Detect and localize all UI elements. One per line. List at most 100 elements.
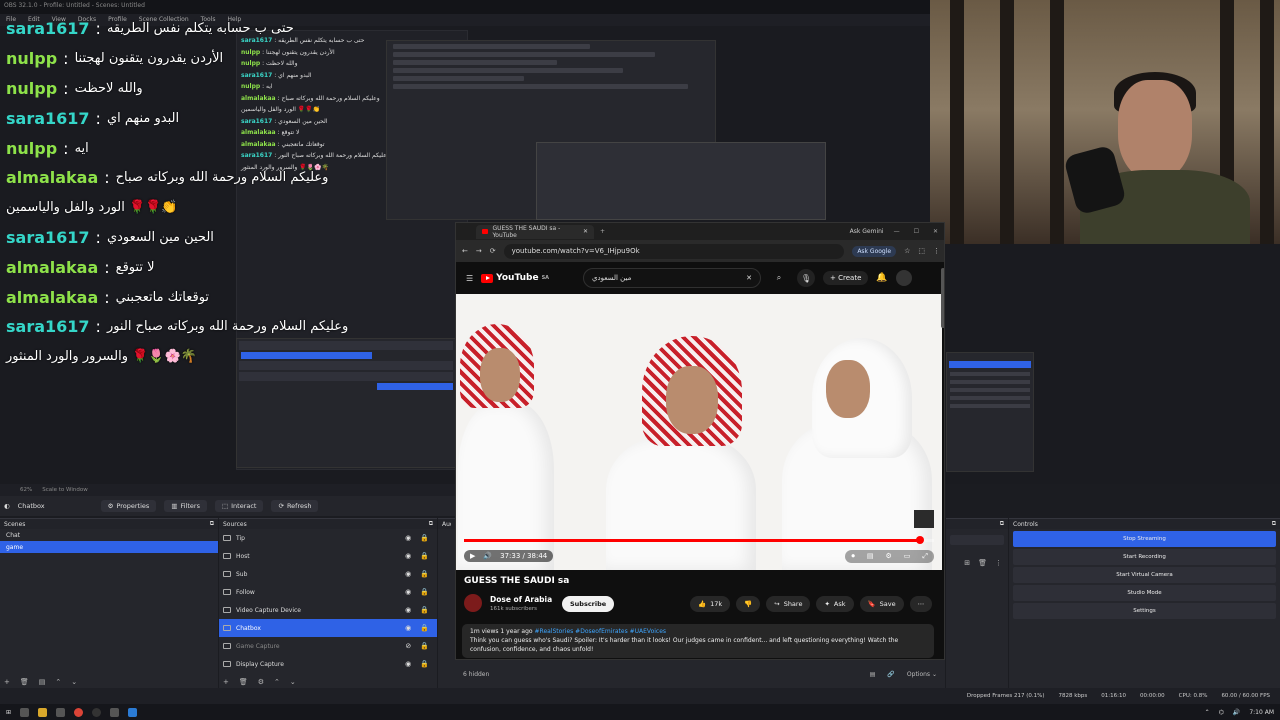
audio-link-icon[interactable]: 🔗	[887, 671, 894, 678]
menu-dots-icon[interactable]: ⋮	[933, 247, 940, 255]
visibility-eye-icon[interactable]: ◉	[405, 552, 411, 560]
hamburger-menu-icon[interactable]: ☰	[466, 274, 473, 283]
lock-icon[interactable]: 🔒	[420, 624, 429, 632]
control-start-recording-button[interactable]: Start Recording	[1013, 549, 1276, 565]
miniplayer-icon[interactable]: ▭	[904, 552, 911, 561]
settings-gear-icon[interactable]: ⚙	[885, 552, 891, 561]
obs-taskbar-icon[interactable]	[92, 707, 102, 717]
app-taskbar-icon[interactable]	[110, 707, 120, 717]
visibility-eye-icon[interactable]: ◉	[405, 606, 411, 614]
subscribe-button[interactable]: Subscribe	[562, 596, 615, 612]
extensions-icon[interactable]: ⬚	[918, 247, 925, 255]
source-item[interactable]: Host ◉ 🔒	[219, 547, 437, 565]
start-icon[interactable]: ⊞	[6, 709, 11, 716]
move-down-icon[interactable]: ⌄	[290, 678, 296, 686]
lock-icon[interactable]: 🔒	[420, 570, 429, 578]
play-icon[interactable]: ▶	[470, 552, 475, 560]
minimize-icon[interactable]: —	[894, 228, 900, 235]
scene-item[interactable]: Chat	[0, 529, 218, 541]
youtube-logo[interactable]: YouTube SA	[481, 273, 549, 283]
lock-icon[interactable]: 🔒	[420, 642, 429, 650]
like-button[interactable]: 👍 17k	[690, 596, 731, 612]
video-scrubber-handle[interactable]	[915, 536, 924, 544]
channel-avatar[interactable]	[464, 594, 482, 612]
vscode-taskbar-icon[interactable]	[128, 707, 138, 717]
video-player[interactable]: ▶ 🔊 37:33 / 38:44 ⏺ ▤ ⚙ ▭ ⤢	[456, 294, 942, 570]
lock-icon[interactable]: 🔒	[420, 534, 429, 542]
url-field[interactable]: youtube.com/watch?v=V6_IHjpu9Ok	[503, 243, 845, 259]
search-icon[interactable]: ⌕	[769, 268, 789, 288]
clear-search-icon[interactable]: ✕	[746, 274, 752, 282]
dock-undock-icon[interactable]: ⧉	[1000, 520, 1004, 528]
back-icon[interactable]: ←	[462, 247, 468, 255]
source-settings-icon[interactable]: ⚙	[258, 678, 264, 686]
chrome-taskbar-icon[interactable]	[74, 707, 84, 717]
scale-mode[interactable]: Scale to Window	[42, 487, 88, 493]
move-up-icon[interactable]: ⌃	[55, 678, 61, 686]
add-source-icon[interactable]: +	[223, 678, 229, 686]
audio-options-button[interactable]: Options ⌄	[907, 671, 937, 678]
source-item[interactable]: Follow ◉ 🔒	[219, 583, 437, 601]
clock[interactable]: 7:10 AM	[1249, 709, 1274, 716]
tab-close-icon[interactable]: ✕	[583, 228, 588, 235]
page-scrollbar[interactable]	[941, 268, 944, 328]
visibility-eye-icon[interactable]: ⊘	[405, 642, 411, 650]
properties-button[interactable]: ⚙ Properties	[100, 500, 157, 512]
lock-icon[interactable]: 🔒	[420, 606, 429, 614]
description-hashtags[interactable]: #RealStories #DoseofEmirates #UAEVoices	[535, 628, 667, 635]
autoplay-icon[interactable]: ⏺	[851, 552, 855, 561]
control-studio-mode-button[interactable]: Studio Mode	[1013, 585, 1276, 601]
channel-name[interactable]: Dose of Arabia	[490, 595, 552, 604]
audio-layout-icon[interactable]: ▤	[870, 671, 876, 678]
create-button[interactable]: + Create	[823, 271, 869, 285]
transition-select[interactable]	[950, 535, 1004, 545]
remove-transition-icon[interactable]: 🗑	[978, 559, 987, 567]
source-item[interactable]: Sub ◉ 🔒	[219, 565, 437, 583]
visibility-eye-icon[interactable]: ◉	[405, 570, 411, 578]
source-item[interactable]: Chatbox ◉ 🔒	[219, 619, 437, 637]
terminal-taskbar-icon[interactable]	[56, 707, 66, 717]
remove-source-icon[interactable]: 🗑	[239, 678, 248, 686]
scene-item[interactable]: game	[0, 541, 218, 553]
share-button[interactable]: ↪ Share	[766, 596, 811, 612]
search-taskbar-icon[interactable]	[20, 707, 30, 717]
transition-menu-icon[interactable]: ⋮	[995, 559, 1002, 567]
visibility-eye-icon[interactable]: ◉	[405, 534, 411, 542]
speaker-icon[interactable]: 🔊	[1233, 709, 1240, 716]
dock-undock-icon[interactable]: ⧉	[1272, 520, 1276, 528]
add-scene-icon[interactable]: +	[4, 678, 10, 686]
new-tab-icon[interactable]: +	[600, 228, 605, 235]
control-start-virtual-camera-button[interactable]: Start Virtual Camera	[1013, 567, 1276, 583]
forward-icon[interactable]: →	[476, 247, 482, 255]
dislike-button[interactable]: 👎	[736, 596, 761, 612]
add-transition-icon[interactable]: ⊞	[964, 559, 970, 567]
dock-undock-icon[interactable]: ⧉	[429, 520, 433, 528]
refresh-button[interactable]: ⟳ Refresh	[271, 500, 319, 512]
dock-undock-icon[interactable]: ⧉	[210, 520, 214, 528]
tray-chevron-icon[interactable]: ⌃	[1205, 709, 1210, 716]
youtube-search-input[interactable]: مين السعودي ✕	[583, 268, 762, 288]
control-settings-button[interactable]: Settings	[1013, 603, 1276, 619]
lock-icon[interactable]: 🔒	[420, 552, 429, 560]
scene-filter-icon[interactable]: ▤	[39, 678, 46, 686]
reload-icon[interactable]: ⟳	[490, 247, 496, 255]
bookmark-star-icon[interactable]: ☆	[904, 247, 910, 255]
interact-button[interactable]: ⬚ Interact	[214, 500, 264, 512]
source-item[interactable]: Tip ◉ 🔒	[219, 529, 437, 547]
lock-icon[interactable]: 🔒	[420, 660, 429, 668]
visibility-eye-icon[interactable]: ◉	[405, 624, 411, 632]
filters-button[interactable]: ▥ Filters	[164, 500, 207, 512]
browser-tab-youtube[interactable]: GUESS THE SAUDI sa - YouTube ✕	[476, 224, 594, 239]
visibility-eye-icon[interactable]: ◉	[405, 588, 411, 596]
explorer-taskbar-icon[interactable]	[38, 707, 48, 717]
save-button[interactable]: 🔖 Save	[859, 596, 904, 612]
network-icon[interactable]: ⌬	[1219, 709, 1224, 716]
control-stop-streaming-button[interactable]: Stop Streaming	[1013, 531, 1276, 547]
notifications-bell-icon[interactable]: 🔔	[876, 273, 887, 283]
maximize-icon[interactable]: ☐	[914, 228, 919, 235]
visibility-eye-icon[interactable]: ◉	[405, 660, 411, 668]
source-item[interactable]: Display Capture ◉ 🔒	[219, 655, 437, 673]
account-avatar[interactable]	[895, 270, 912, 286]
fullscreen-icon[interactable]: ⤢	[922, 552, 928, 561]
ask-gemini-button[interactable]: Ask Gemini	[850, 228, 884, 235]
